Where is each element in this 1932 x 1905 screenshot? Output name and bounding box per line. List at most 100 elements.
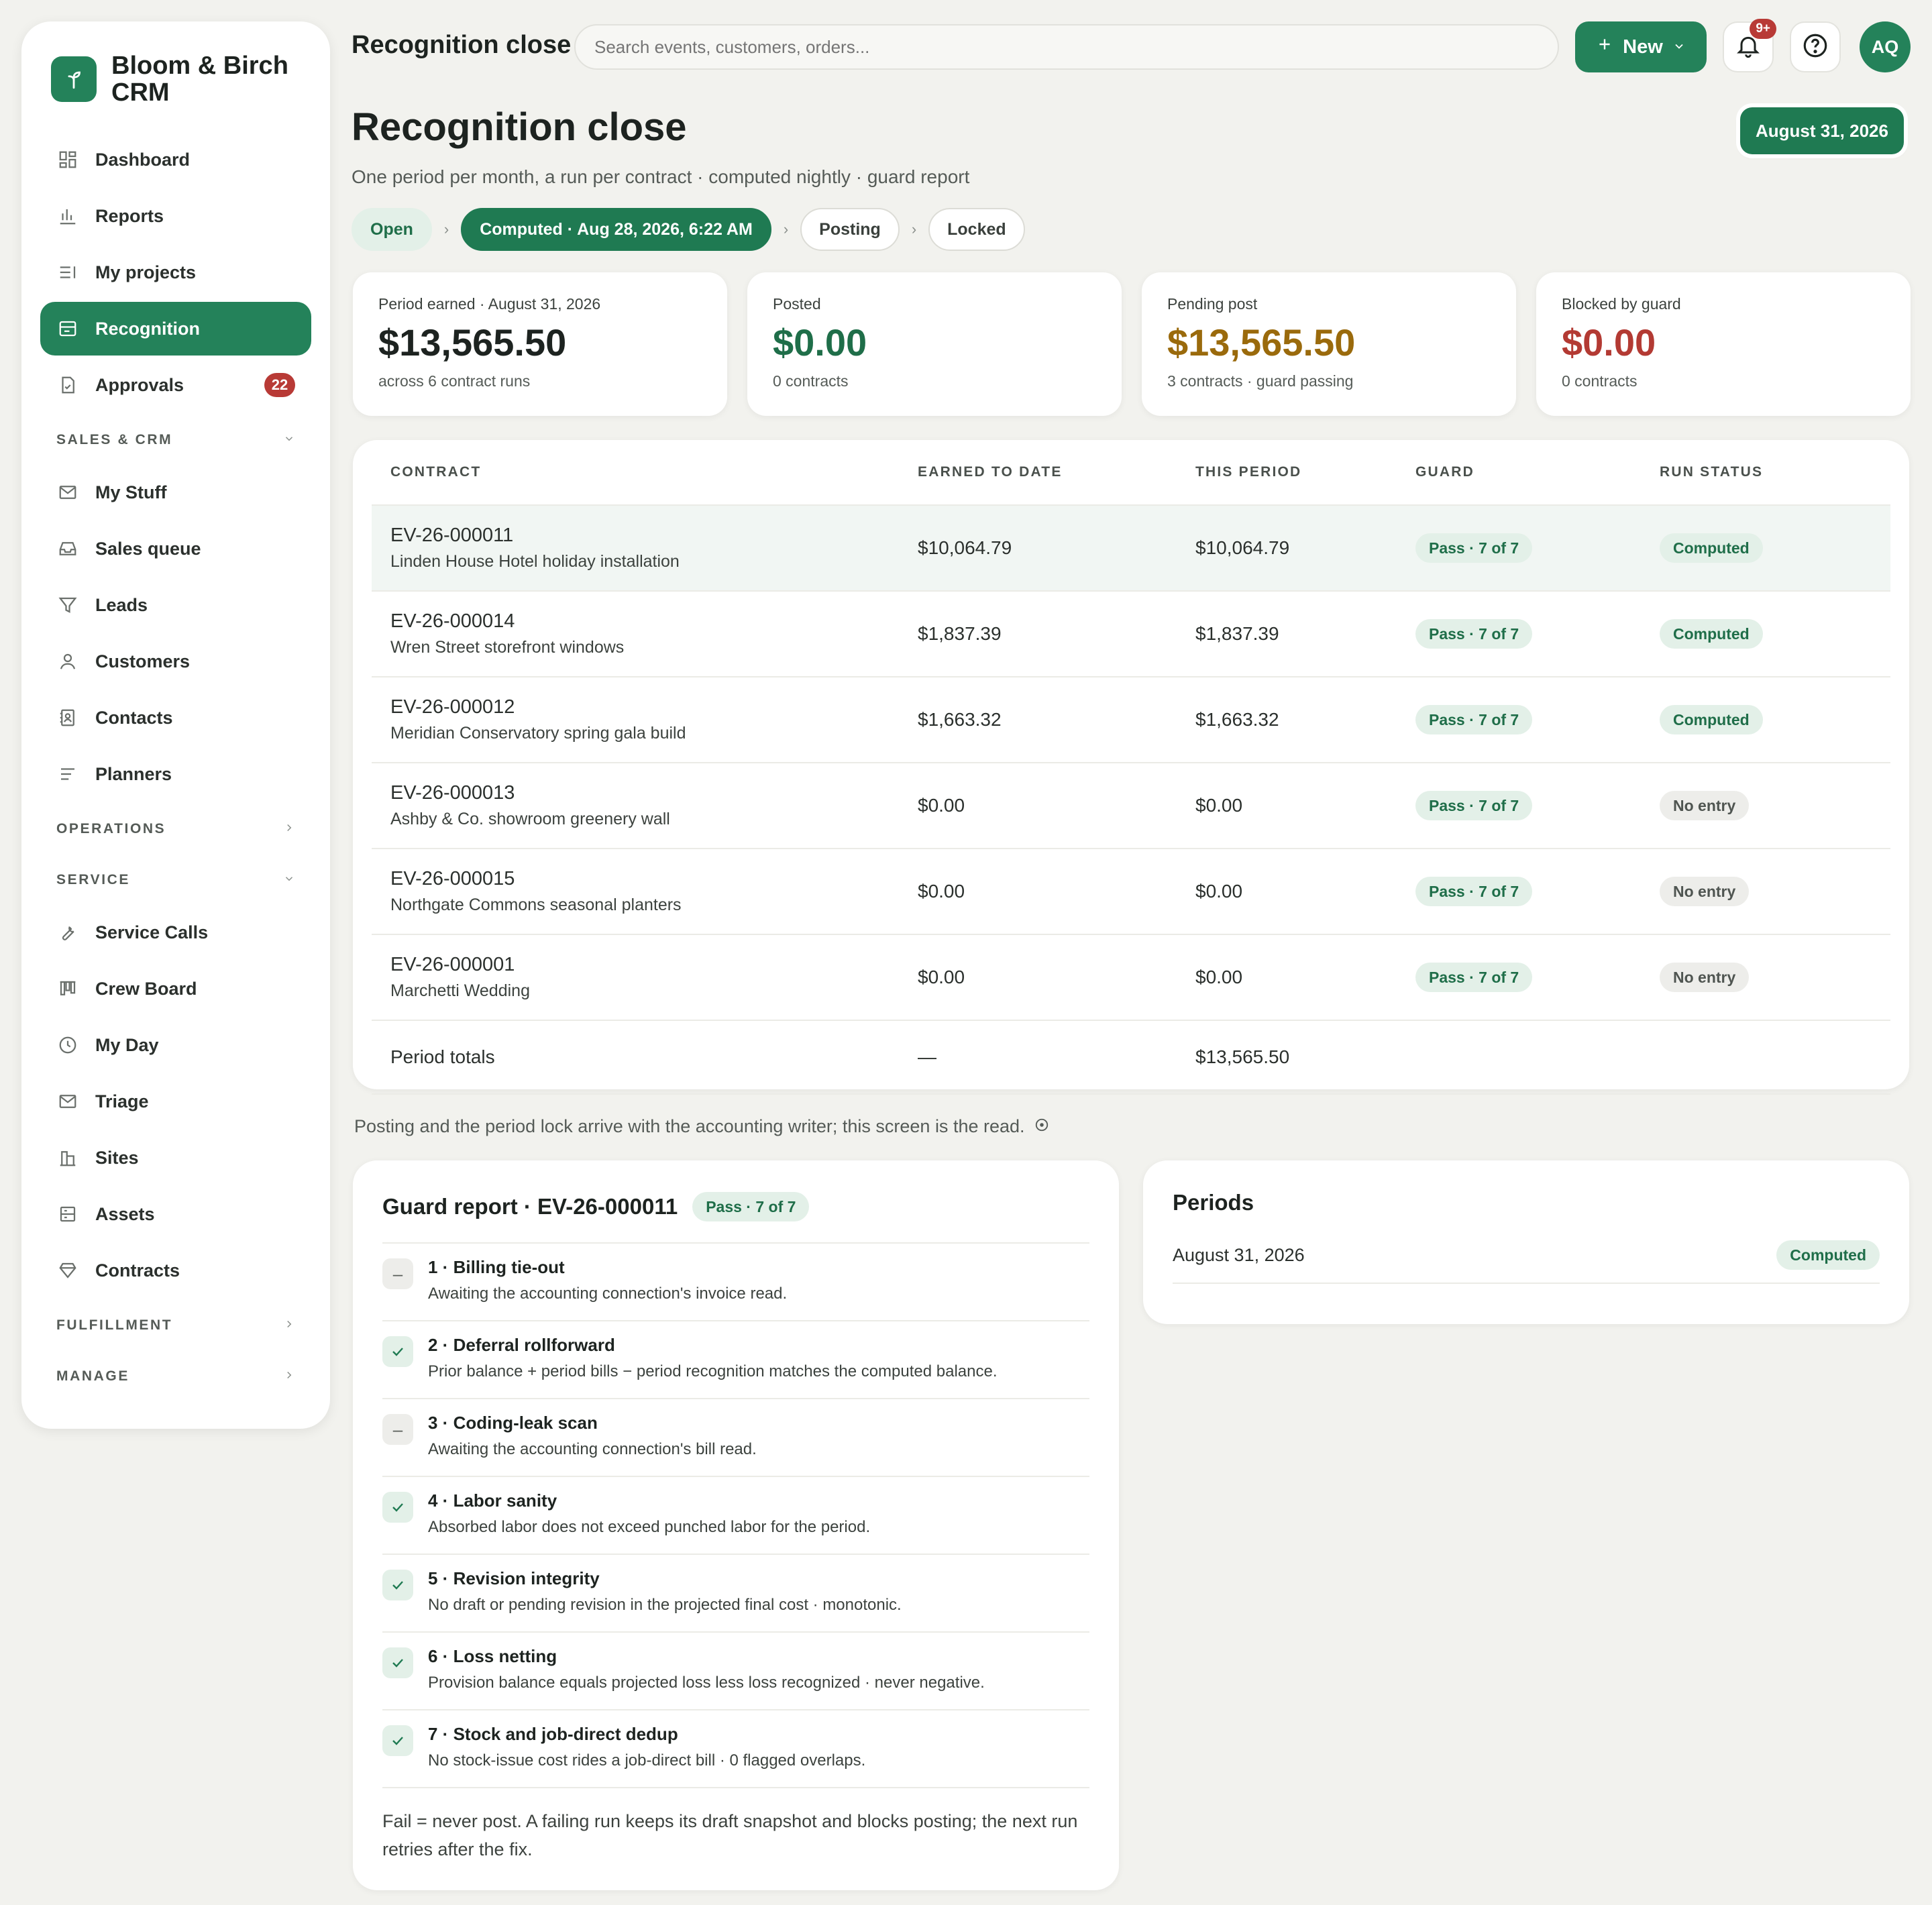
guard-check-text: 2 · Deferral rollforward Prior balance + … <box>428 1335 998 1381</box>
brand[interactable]: Bloom & Birch CRM <box>51 52 311 106</box>
check-icon <box>382 1647 413 1678</box>
this-period: $0.00 <box>1195 967 1243 987</box>
run-status-badge: Computed <box>1660 533 1763 563</box>
search-input[interactable] <box>574 24 1559 70</box>
periods-card: Periods August 31, 2026 Computed <box>1143 1160 1909 1324</box>
server-icon <box>56 1203 79 1226</box>
sidebar-item-customers[interactable]: Customers <box>40 635 311 688</box>
chevron-down-icon <box>283 431 295 449</box>
section-label: FULFILLMENT <box>56 1317 173 1333</box>
ledger-icon <box>56 317 79 340</box>
run-status-badge: Computed <box>1660 619 1763 649</box>
check-icon <box>382 1570 413 1600</box>
chevron-right-icon <box>283 1368 295 1385</box>
mail-icon <box>56 481 79 504</box>
help-button[interactable] <box>1790 21 1841 72</box>
sidebar-item-label: Sales queue <box>95 538 201 559</box>
table-row[interactable]: EV-26-000015 Northgate Commons seasonal p… <box>372 849 1890 935</box>
sidebar-item-approvals[interactable]: Approvals 22 <box>40 358 311 412</box>
contract-id[interactable]: EV-26-000015 <box>390 868 918 890</box>
table-row[interactable]: EV-26-000013 Ashby & Co. showroom greener… <box>372 763 1890 849</box>
step-computed: Computed · Aug 28, 2026, 6:22 AM <box>461 208 771 251</box>
section-service[interactable]: SERVICE <box>40 855 311 906</box>
notifications-button[interactable]: 9+ <box>1723 19 1776 72</box>
sidebar-item-assets[interactable]: Assets <box>40 1187 311 1241</box>
new-button-label: New <box>1623 36 1663 58</box>
sidebar-item-label: Contracts <box>95 1260 180 1281</box>
guard-check-text: 6 · Loss netting Provision balance equals… <box>428 1646 985 1692</box>
guard-cell: Pass · 7 of 7 <box>1415 533 1660 563</box>
sidebar-item-dashboard[interactable]: Dashboard <box>40 133 311 186</box>
sidebar-item-contacts[interactable]: Contacts <box>40 691 311 745</box>
contract-id[interactable]: EV-26-000011 <box>390 525 918 547</box>
table-row[interactable]: EV-26-000012 Meridian Conservatory spring… <box>372 677 1890 763</box>
run-status-badge: Computed <box>1660 705 1763 734</box>
column-header-contract: CONTRACT <box>390 464 482 480</box>
sidebar-item-recognition[interactable]: Recognition <box>40 302 311 356</box>
kpi-label: Blocked by guard <box>1562 295 1681 313</box>
footnote-text: Posting and the period lock arrive with … <box>354 1116 1025 1136</box>
guard-badge: Pass · 7 of 7 <box>1415 533 1533 563</box>
sidebar-item-reports[interactable]: Reports <box>40 189 311 243</box>
sidebar-item-my-projects[interactable]: My projects <box>40 246 311 299</box>
clock-icon <box>56 1034 79 1056</box>
this-period: $1,837.39 <box>1195 623 1279 644</box>
period-row[interactable]: August 31, 2026 Computed <box>1173 1228 1880 1284</box>
table-row[interactable]: EV-26-000011 Linden House Hotel holiday i… <box>372 506 1890 592</box>
sidebar-item-sales-queue[interactable]: Sales queue <box>40 522 311 576</box>
chevron-down-icon <box>283 871 295 889</box>
contract-runs-table: CONTRACT EARNED TO DATE THIS PERIOD GUAR… <box>353 440 1909 1095</box>
sidebar-item-sites[interactable]: Sites <box>40 1131 311 1185</box>
sidebar-item-planners[interactable]: Planners <box>40 747 311 801</box>
sidebar-item-my-stuff[interactable]: My Stuff <box>40 466 311 519</box>
sidebar-item-label: Service Calls <box>95 922 209 942</box>
section-label: MANAGE <box>56 1368 129 1384</box>
contract-id[interactable]: EV-26-000001 <box>390 954 918 976</box>
this-period: $10,064.79 <box>1195 537 1290 558</box>
table-row[interactable]: EV-26-000014 Wren Street storefront windo… <box>372 592 1890 677</box>
period-date-button[interactable]: August 31, 2026 <box>1740 107 1904 154</box>
totals-this-period: $13,565.50 <box>1195 1046 1290 1067</box>
chevron-right-icon: › <box>783 221 789 237</box>
avatar[interactable]: AQ <box>1860 21 1911 72</box>
sidebar-item-label: My Stuff <box>95 482 167 502</box>
section-manage[interactable]: MANAGE <box>40 1351 311 1402</box>
clipboard-check-icon <box>56 374 79 396</box>
section-fulfillment[interactable]: FULFILLMENT <box>40 1300 311 1351</box>
sidebar-item-label: My Day <box>95 1034 159 1055</box>
guard-cell: Pass · 7 of 7 <box>1415 791 1660 820</box>
periods-title: Periods <box>1173 1190 1254 1215</box>
chevron-down-icon <box>1672 36 1686 58</box>
run-status-cell: No entry <box>1660 791 1890 820</box>
table-row[interactable]: EV-26-000001 Marchetti Wedding $0.00 $0.00 P… <box>372 935 1890 1021</box>
section-operations[interactable]: OPERATIONS <box>40 804 311 855</box>
new-button[interactable]: New <box>1575 21 1707 72</box>
kpi-value: $0.00 <box>1562 321 1656 364</box>
page-subtitle: One period per month, a run per contract… <box>352 166 970 187</box>
earned-to-date: $0.00 <box>918 881 965 902</box>
guard-report-header: Guard report · EV-26-000011 Pass · 7 of … <box>382 1187 1089 1244</box>
contract-id[interactable]: EV-26-000012 <box>390 696 918 718</box>
info-icon[interactable] <box>1034 1116 1049 1137</box>
guard-badge: Pass · 7 of 7 <box>1415 791 1533 820</box>
inbox-icon <box>56 537 79 560</box>
guard-check-item: –3 · Coding-leak scan Awaiting the accoun… <box>382 1399 1089 1477</box>
contract-id[interactable]: EV-26-000013 <box>390 782 918 804</box>
contract-id[interactable]: EV-26-000014 <box>390 610 918 633</box>
sidebar-item-my-day[interactable]: My Day <box>40 1018 311 1072</box>
approvals-count-badge: 22 <box>264 373 295 397</box>
guard-check-description: No draft or pending revision in the proj… <box>428 1596 902 1614</box>
section-sales-crm[interactable]: SALES & CRM <box>40 415 311 466</box>
guard-check-item: 6 · Loss netting Provision balance equals… <box>382 1633 1089 1710</box>
sidebar-item-contracts[interactable]: Contracts <box>40 1244 311 1297</box>
sidebar-item-leads[interactable]: Leads <box>40 578 311 632</box>
kpi-blocked-by-guard: Blocked by guard $0.00 0 contracts <box>1536 272 1911 416</box>
chevron-right-icon: › <box>443 221 449 237</box>
sidebar-item-triage[interactable]: Triage <box>40 1075 311 1128</box>
sidebar-item-label: Reports <box>95 205 164 226</box>
period-date: August 31, 2026 <box>1173 1244 1305 1265</box>
section-label: OPERATIONS <box>56 821 166 836</box>
sidebar-item-crew-board[interactable]: Crew Board <box>40 962 311 1016</box>
sidebar-item-service-calls[interactable]: Service Calls <box>40 906 311 959</box>
guard-check-description: Absorbed labor does not exceed punched l… <box>428 1518 871 1536</box>
